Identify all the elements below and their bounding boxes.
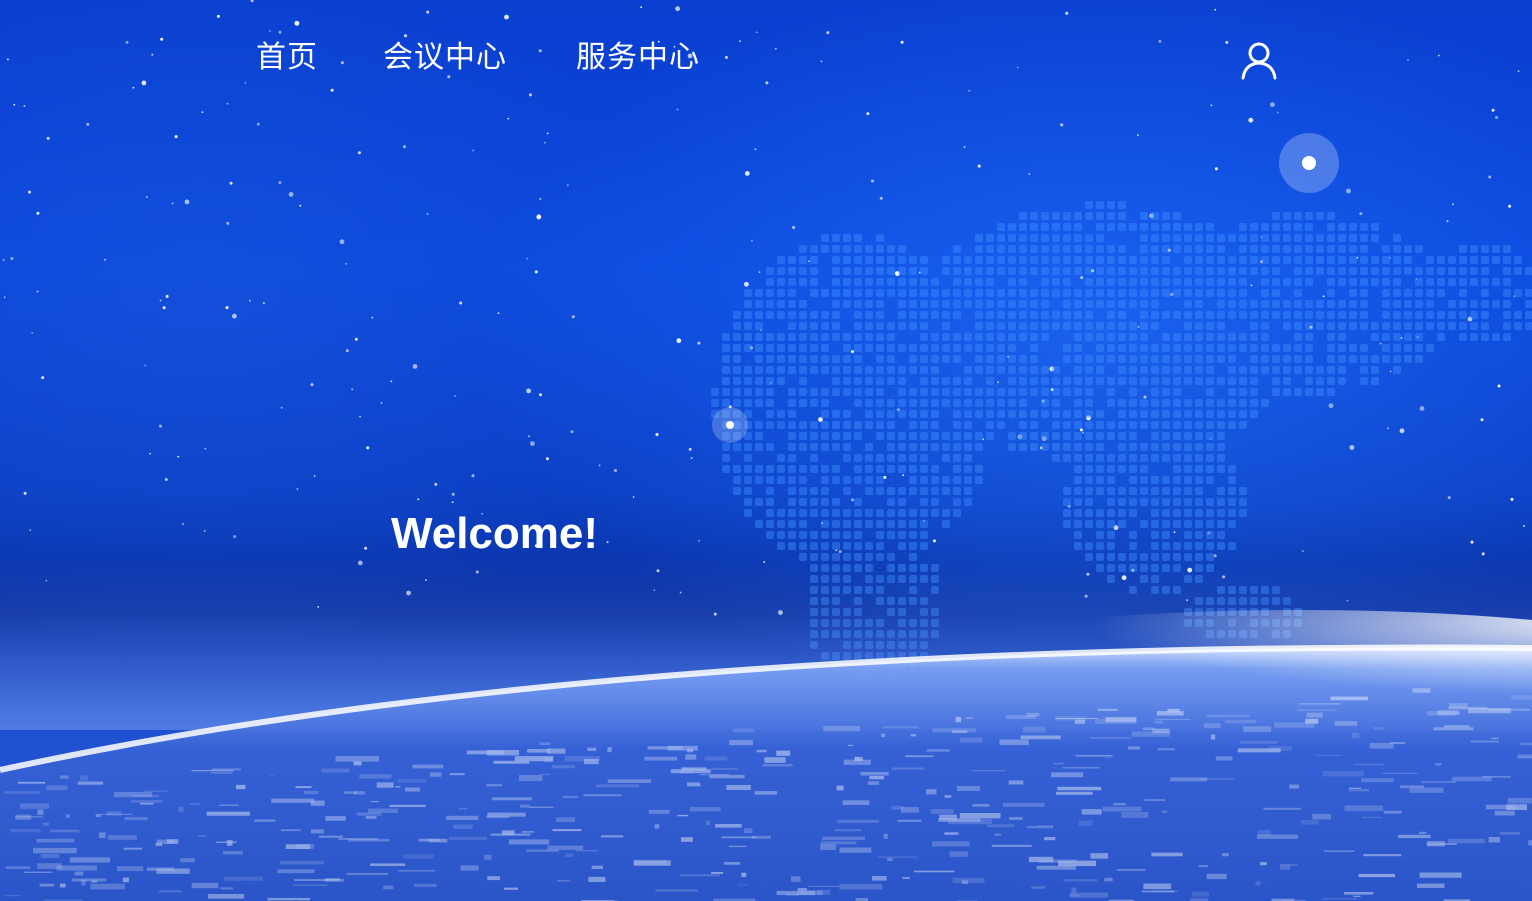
nav-item-meeting-center[interactable]: 会议中心: [383, 38, 507, 78]
user-account-button[interactable]: [1238, 38, 1280, 82]
earth-horizon-background: [0, 133, 1532, 901]
user-icon: [1241, 42, 1277, 80]
nav-item-home[interactable]: 首页: [256, 38, 318, 78]
top-navigation: 首页 会议中心 服务中心: [0, 0, 1532, 110]
nav-item-service-center[interactable]: 服务中心: [576, 38, 700, 78]
page-root: 首页 会议中心 服务中心 Welcome!: [0, 0, 1532, 901]
welcome-heading: Welcome!: [391, 509, 599, 558]
